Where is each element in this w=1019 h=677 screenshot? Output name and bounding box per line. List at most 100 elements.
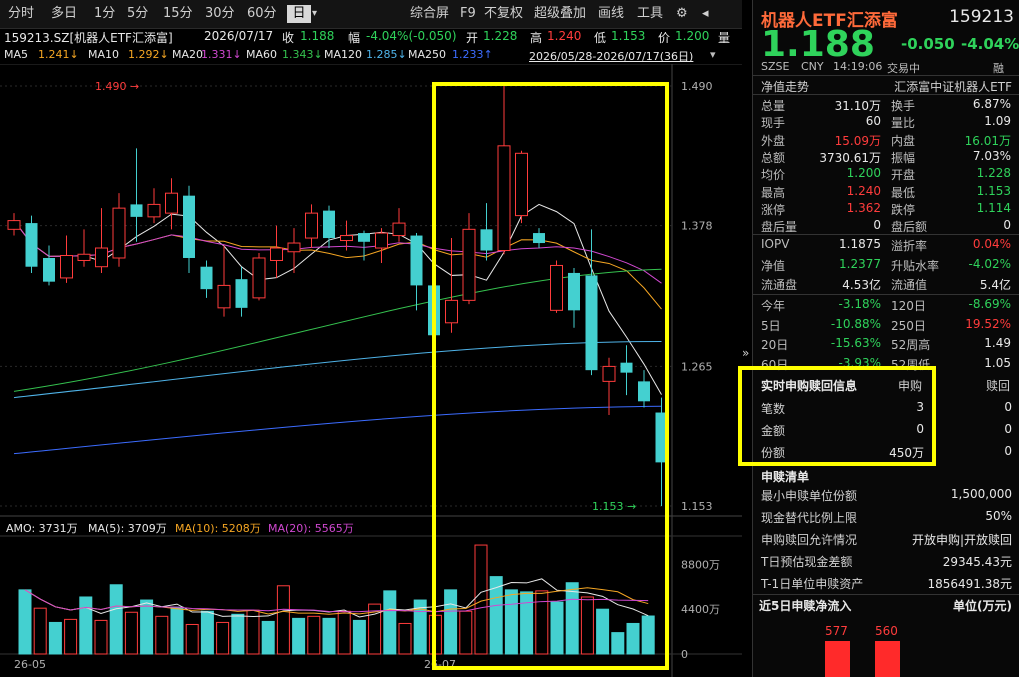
candle-body bbox=[533, 233, 545, 244]
low-value: 1.153 bbox=[611, 29, 646, 43]
no-adjust-button[interactable]: 不复权 bbox=[482, 5, 525, 23]
stat-value: 0 bbox=[1003, 218, 1011, 233]
volume-bar bbox=[94, 619, 108, 655]
redeem-value: 0 bbox=[1004, 422, 1012, 436]
candle-body bbox=[183, 195, 195, 258]
volume-bar bbox=[261, 620, 275, 655]
chevron-down-icon[interactable]: ▾ bbox=[710, 48, 716, 61]
candle-body bbox=[480, 229, 493, 251]
expand-arrow-icon[interactable]: » bbox=[742, 346, 749, 360]
volume-bar bbox=[292, 617, 306, 655]
volume-bar bbox=[155, 615, 169, 655]
quote-info-line: 159213.SZ[机器人ETF汇添富] 2026/07/17 收 1.188 … bbox=[4, 29, 744, 47]
list-label: T-1日单位申赎资产 bbox=[761, 577, 864, 591]
candle-body bbox=[340, 235, 353, 242]
volume-bar bbox=[231, 613, 245, 655]
composite-screen-button[interactable]: 综合屏 bbox=[408, 5, 451, 23]
stat-label: 250日 bbox=[891, 318, 926, 333]
volume-bar bbox=[337, 610, 351, 655]
ma20-line bbox=[13, 220, 662, 284]
candle-body bbox=[60, 254, 73, 279]
stat-label: 量比 bbox=[891, 116, 916, 131]
open-value: 1.228 bbox=[483, 29, 518, 43]
candle-body bbox=[200, 266, 213, 290]
volume-bars bbox=[18, 544, 655, 655]
stat-value: 60 bbox=[865, 114, 881, 129]
stat-value: 6.87% bbox=[972, 97, 1011, 111]
candle-body bbox=[217, 284, 231, 309]
date-range[interactable]: 2026/05/28-2026/07/17(36日) bbox=[529, 48, 693, 64]
gear-icon[interactable]: ⚙ bbox=[674, 5, 690, 23]
stat-value: 1.240 bbox=[846, 183, 881, 198]
flow-bar-2 bbox=[875, 641, 900, 677]
candle-body bbox=[7, 220, 21, 230]
stat-row: 今年 -3.18% 120日 -8.69% bbox=[761, 297, 1013, 315]
candle-body bbox=[358, 233, 370, 242]
candle-body bbox=[95, 247, 108, 268]
volume-bar bbox=[611, 632, 625, 655]
stat-value: 3730.61万 bbox=[819, 150, 881, 165]
price-tick-label: 1.153 bbox=[681, 500, 713, 513]
super-overlay-button[interactable]: 超级叠加 bbox=[532, 5, 588, 23]
stat-label: 升贴水率 bbox=[891, 258, 940, 273]
tab-5min[interactable]: 5分 bbox=[125, 5, 150, 23]
tab-multiday[interactable]: 多日 bbox=[49, 5, 79, 23]
stat-value: 1.200 bbox=[846, 166, 881, 181]
tab-1min[interactable]: 1分 bbox=[92, 5, 117, 23]
ma5-label: MA5 bbox=[4, 48, 29, 61]
tab-30min[interactable]: 30分 bbox=[203, 5, 237, 23]
symbol-label: 159213.SZ[机器人ETF汇添富] bbox=[4, 31, 173, 45]
list-value: 29345.43元 bbox=[942, 555, 1012, 569]
candle-body bbox=[568, 272, 580, 311]
high-value: 1.240 bbox=[547, 29, 582, 43]
list-label: T日预估现金差额 bbox=[761, 555, 853, 569]
stat-value: 1.228 bbox=[976, 166, 1011, 181]
flow-value-2: 560 bbox=[875, 624, 898, 638]
stat-row: 现手 60 量比 1.09 bbox=[761, 114, 1013, 132]
chevron-down-icon[interactable]: ▾ bbox=[310, 5, 319, 23]
list-label: 申购赎回允许情况 bbox=[761, 533, 858, 547]
list-label: 现金替代比例上限 bbox=[761, 511, 858, 525]
nav-trend-link[interactable]: 净值走势 bbox=[761, 78, 809, 95]
kline-chart[interactable]: 1.490 1.378 1.265 1.153 1.490 → 1.153 → 8800万 4… bbox=[0, 64, 750, 677]
volume-bar bbox=[383, 590, 397, 655]
tab-daily[interactable]: 日 bbox=[287, 5, 311, 23]
stat-label: 120日 bbox=[891, 299, 926, 313]
volume-bar bbox=[322, 617, 336, 655]
period-toolbar: 分时 多日 1分 5分 15分 30分 60分 日 ▾ 综合屏 F9 不复权 超… bbox=[0, 0, 742, 29]
market-label: SZSE bbox=[761, 60, 790, 73]
tools-button[interactable]: 工具 bbox=[635, 5, 665, 23]
tab-intraday[interactable]: 分时 bbox=[6, 5, 36, 23]
open-label: 开 bbox=[466, 31, 479, 45]
ma120-line bbox=[13, 340, 662, 399]
stat-label: 净值 bbox=[761, 258, 786, 273]
volume-legend: MA(10): 5208万 bbox=[175, 522, 261, 535]
close-label: 收 bbox=[282, 31, 295, 45]
stat-value: 5.4亿 bbox=[979, 278, 1011, 292]
stat-row: 流通盘 4.53亿 流通值 5.4亿 bbox=[761, 276, 1013, 294]
tab-60min[interactable]: 60分 bbox=[245, 5, 279, 23]
f9-button[interactable]: F9 bbox=[458, 5, 478, 23]
stat-value: 16.01万 bbox=[964, 133, 1011, 148]
ma60-value: 1.343↓ bbox=[282, 48, 323, 61]
highlight-box bbox=[432, 82, 669, 670]
stat-label: 5日 bbox=[761, 318, 781, 333]
stat-value: -10.88% bbox=[830, 316, 881, 331]
ma20-value: 1.331↓ bbox=[201, 48, 242, 61]
min-price-label: 1.153 → bbox=[592, 500, 636, 513]
volume-bar bbox=[535, 590, 549, 655]
avg-label: 价 bbox=[658, 31, 671, 45]
candle-body bbox=[497, 145, 511, 252]
stat-label: 换手 bbox=[891, 99, 916, 113]
stat-value: 1.49 bbox=[984, 336, 1011, 350]
candle-body bbox=[550, 264, 563, 311]
change-value: -4.04%(-0.050) bbox=[366, 29, 457, 43]
flow-title: 近5日申赎净流入 bbox=[759, 599, 852, 613]
draw-line-button[interactable]: 画线 bbox=[596, 5, 626, 23]
high-label: 高 bbox=[530, 31, 543, 45]
collapse-icon[interactable]: ◂ bbox=[700, 5, 711, 23]
candle-body bbox=[25, 223, 38, 267]
tab-15min[interactable]: 15分 bbox=[161, 5, 195, 23]
candle-body bbox=[392, 222, 406, 237]
x-axis-label: 26-05 bbox=[14, 658, 46, 671]
